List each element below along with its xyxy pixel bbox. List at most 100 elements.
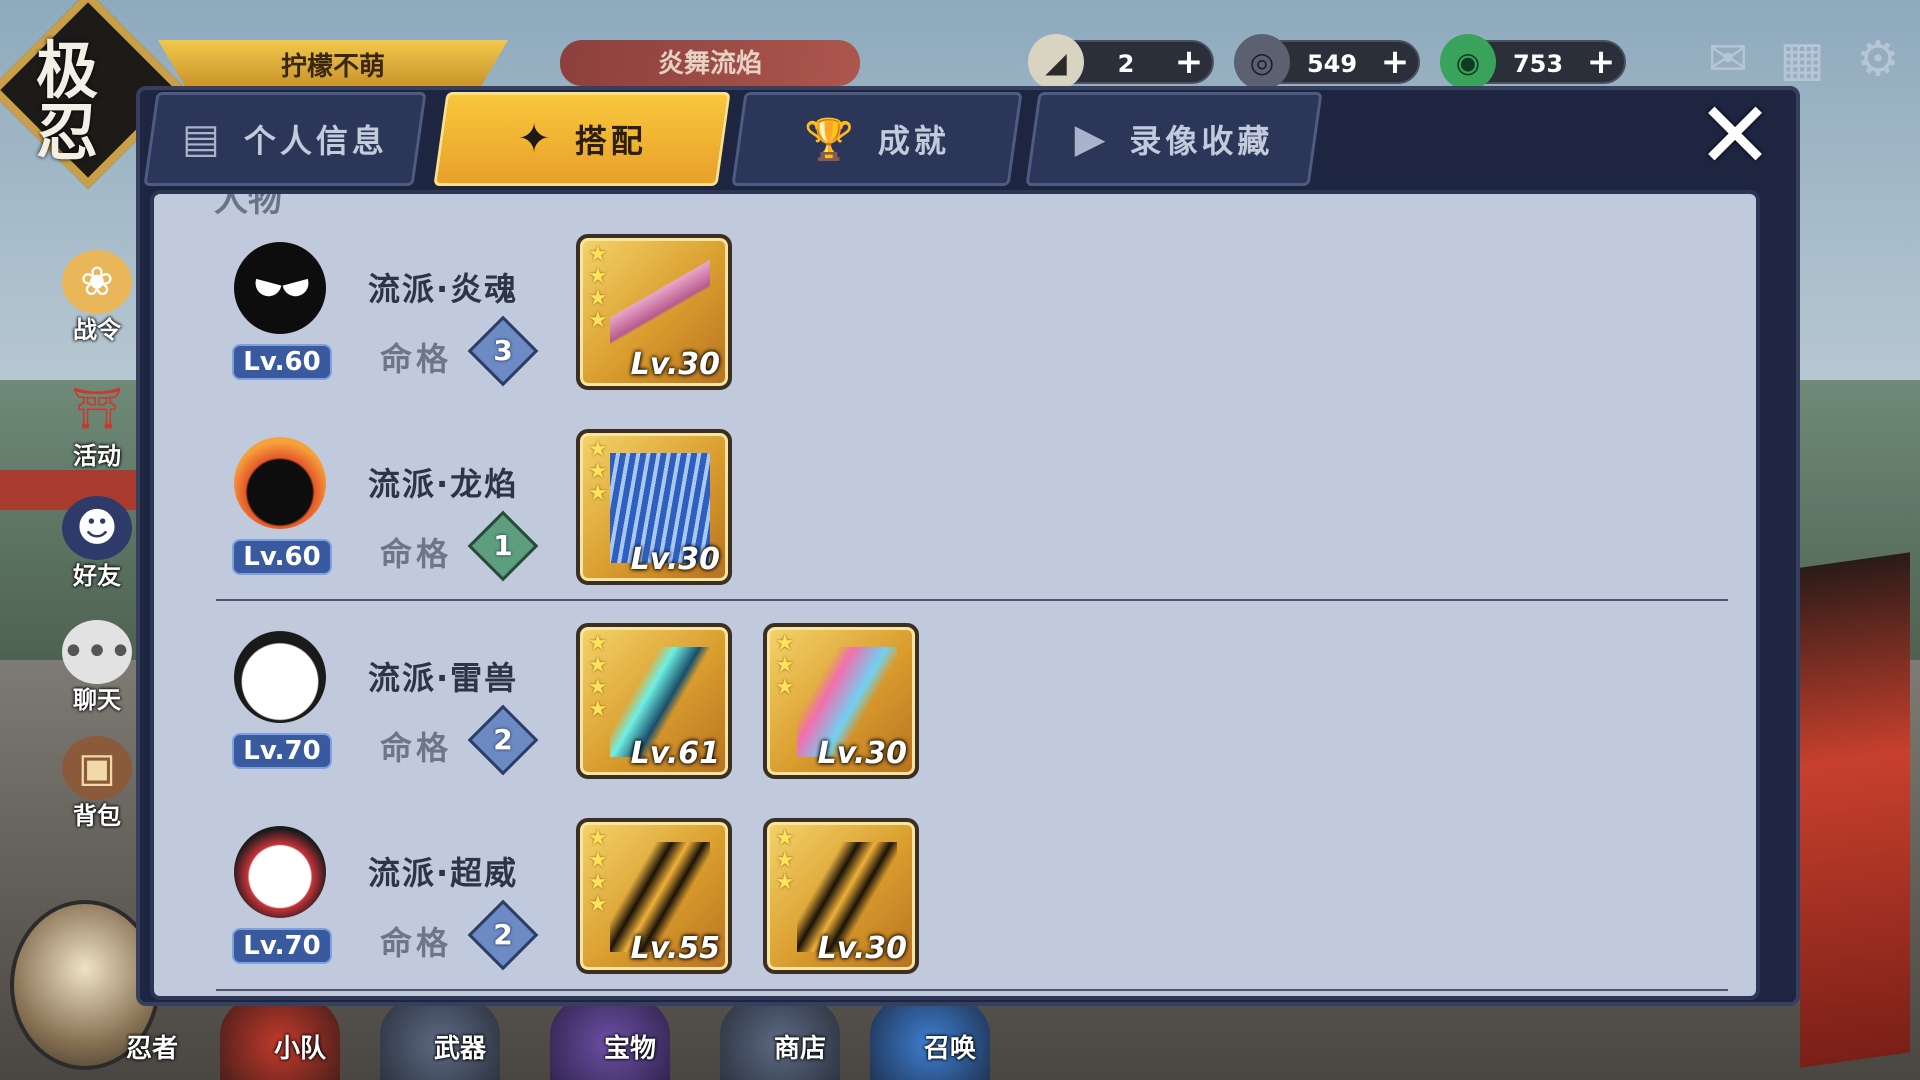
fate-value: 2 xyxy=(493,723,513,756)
level-badge: Lv.70 xyxy=(232,733,332,769)
level-badge: Lv.70 xyxy=(232,928,332,964)
character-avatar[interactable]: Lv.70 xyxy=(220,623,340,769)
tab-loadout[interactable]: ✦ 搭配 xyxy=(433,92,731,186)
side-item-chat[interactable]: ••• 聊天 xyxy=(52,620,142,720)
nav-label: 宝物 xyxy=(603,1034,656,1064)
onigiri-icon: ◢ xyxy=(1028,34,1084,90)
tab-replays[interactable]: ▶ 录像收藏 xyxy=(1025,92,1323,186)
nav-label: 小队 xyxy=(273,1034,326,1064)
tab-label: 搭配 xyxy=(574,122,647,160)
fate-label: 命格 xyxy=(380,924,453,962)
star-rating: ★ ★ ★ ★ xyxy=(588,631,608,722)
side-item-label: 聊天 xyxy=(73,686,121,714)
character-avatar[interactable]: Lv.60 xyxy=(220,234,340,380)
weapon-slot[interactable]: ★ ★ ★ ★ Lv.55 xyxy=(576,818,732,974)
currency-coins: ◎ 549万 + xyxy=(1234,34,1420,122)
side-item-backpack[interactable]: ▣ 背包 xyxy=(52,736,142,836)
weapon-slot[interactable]: ★ ★ ★ ★ Lv.30 xyxy=(576,234,732,390)
side-item-label: 战令 xyxy=(73,316,121,344)
fate-value: 3 xyxy=(493,334,513,367)
gift-icon[interactable]: ▦ xyxy=(1770,30,1834,88)
weapon-slot[interactable]: ★ ★ ★ ★ Lv.61 xyxy=(576,623,732,779)
tab-label: 录像收藏 xyxy=(1129,122,1274,160)
shuriken-icon: ✦ xyxy=(517,116,551,162)
backpack-icon: ▣ xyxy=(62,736,132,800)
add-jade-button[interactable]: + xyxy=(1586,45,1616,79)
school-name: 流派·龙焰 xyxy=(368,465,519,503)
weapon-level: Lv.30 xyxy=(630,347,720,382)
trophy-icon: 🏆 xyxy=(804,116,854,163)
side-item-friends[interactable]: ☻ 好友 xyxy=(52,496,142,596)
weapon-level: Lv.30 xyxy=(817,931,907,966)
level-badge: Lv.60 xyxy=(232,344,332,380)
character-row: Lv.70 流派·超威 命格 2 ★ ★ ★ ★ Lv.55 ★ ★ ★ Lv.30 xyxy=(220,818,1740,996)
tab-achievements[interactable]: 🏆 成就 xyxy=(731,92,1023,186)
tab-personal-info[interactable]: ▤ 个人信息 xyxy=(143,92,427,186)
tab-label: 成就 xyxy=(877,122,950,160)
mail-icon[interactable]: ✉ xyxy=(1696,30,1760,88)
torii-icon: ⛩ xyxy=(71,385,123,432)
school-name: 流派·超威 xyxy=(368,854,519,892)
star-rating: ★ ★ ★ xyxy=(775,631,795,700)
weapon-slot[interactable]: ★ ★ ★ Lv.30 xyxy=(763,818,919,974)
fate-label: 命格 xyxy=(380,340,453,378)
side-item-battle-pass[interactable]: ❀ 战令 xyxy=(52,250,142,350)
flame-ninja-face xyxy=(234,437,326,529)
side-item-events[interactable]: ⛩ 活动 xyxy=(52,376,142,476)
star-rating: ★ ★ ★ ★ xyxy=(588,242,608,333)
nav-label: 武器 xyxy=(433,1034,486,1064)
weapon-slot[interactable]: ★ ★ ★ Lv.30 xyxy=(763,623,919,779)
tab-label: 个人信息 xyxy=(243,122,388,160)
nav-label: 召唤 xyxy=(923,1034,976,1064)
weapon-slot[interactable]: ★ ★ ★ Lv.30 xyxy=(576,429,732,585)
panda-face xyxy=(234,631,326,723)
add-onigiri-button[interactable]: + xyxy=(1174,45,1204,79)
settings-icon[interactable]: ⚙ xyxy=(1846,30,1910,88)
fate-value: 1 xyxy=(493,529,513,562)
group-divider xyxy=(216,989,1728,991)
weapon-level: Lv.55 xyxy=(630,931,720,966)
jade-icon: ◉ xyxy=(1440,34,1496,90)
ninja-friend-icon: ☻ xyxy=(62,496,132,560)
character-row: Lv.70 流派·雷兽 命格 2 ★ ★ ★ ★ Lv.61 ★ ★ ★ Lv.30 xyxy=(220,623,1740,803)
weapon-level: Lv.30 xyxy=(630,542,720,577)
character-row: Lv.60 流派·龙焰 命格 1 ★ ★ ★ Lv.30 xyxy=(220,429,1740,609)
section-heading: 人物 xyxy=(214,190,282,220)
side-item-label: 背包 xyxy=(73,802,121,830)
fate-label: 命格 xyxy=(380,729,453,767)
character-avatar[interactable]: Lv.60 xyxy=(220,429,340,575)
group-divider xyxy=(216,599,1728,601)
character-avatar[interactable]: Lv.70 xyxy=(220,818,340,964)
star-rating: ★ ★ ★ xyxy=(588,437,608,506)
school-name: 流派·雷兽 xyxy=(368,659,519,697)
event-banner[interactable]: 炎舞流焰 xyxy=(560,40,860,86)
loadout-list[interactable]: 人物 Lv.60 流派·炎魂 命格 3 ★ ★ ★ ★ Lv.30 Lv.60 流派·… xyxy=(150,190,1760,1000)
weapon-level: Lv.30 xyxy=(817,736,907,771)
play-icon: ▶ xyxy=(1074,116,1106,162)
battle-pass-icon: ❀ xyxy=(62,250,132,314)
star-rating: ★ ★ ★ xyxy=(775,826,795,895)
background-banner xyxy=(1800,552,1910,1068)
profile-icon: ▤ xyxy=(182,116,220,162)
close-button[interactable]: ✕ xyxy=(1690,82,1780,189)
game-logo: 极忍 xyxy=(36,34,99,169)
currency-value: 549万 xyxy=(1306,50,1358,122)
currency-onigiri: ◢ 2 + xyxy=(1028,34,1214,90)
side-item-label: 活动 xyxy=(73,442,121,470)
armored-panda-face xyxy=(234,826,326,918)
fate-label: 命格 xyxy=(380,535,453,573)
add-coins-button[interactable]: + xyxy=(1380,45,1410,79)
currency-value: 2 xyxy=(1117,50,1135,78)
weapon-level: Lv.61 xyxy=(630,736,720,771)
coin-icon: ◎ xyxy=(1234,34,1290,90)
currency-value: 753 xyxy=(1512,50,1564,78)
chat-bubble-icon: ••• xyxy=(62,620,132,684)
player-name-banner: 拧檬不萌 xyxy=(158,40,508,88)
currency-jade: ◉ 753 + xyxy=(1440,34,1626,90)
side-item-label: 好友 xyxy=(73,562,121,590)
star-rating: ★ ★ ★ ★ xyxy=(588,826,608,917)
school-name: 流派·炎魂 xyxy=(368,270,519,308)
ninja-face xyxy=(234,242,326,334)
fate-value: 2 xyxy=(493,918,513,951)
character-row: Lv.60 流派·炎魂 命格 3 ★ ★ ★ ★ Lv.30 xyxy=(220,234,1740,414)
